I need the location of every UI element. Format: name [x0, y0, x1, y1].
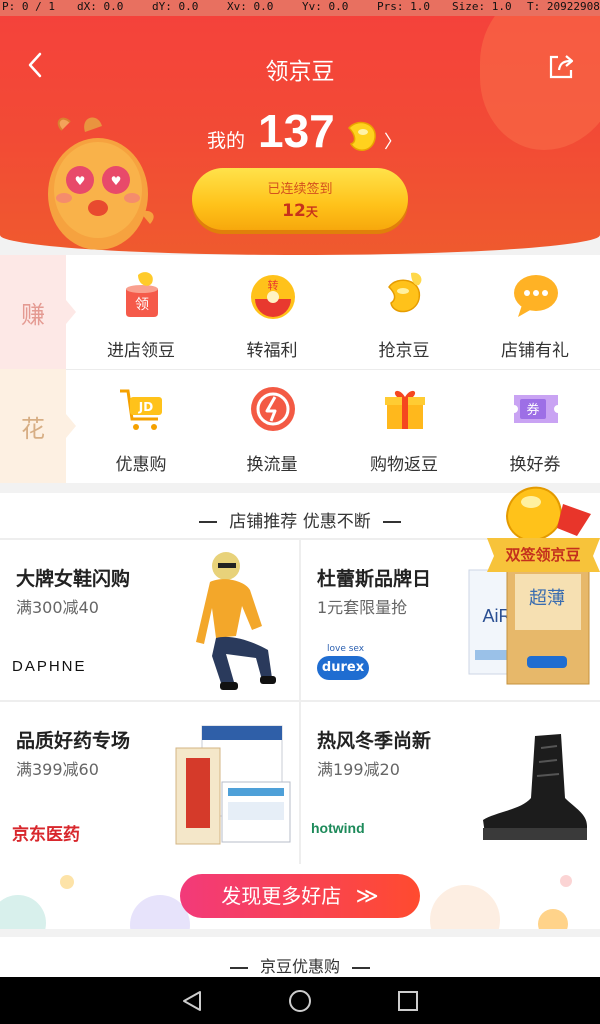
svg-text:转: 转 — [268, 278, 279, 292]
page-title: 领京豆 — [265, 59, 335, 85]
shop-card-jd-medicine[interactable]: 品质好药专场 满399减60 京东医药 — [0, 702, 299, 862]
cart-icon: JD — [120, 389, 162, 430]
grid-item-label: 换流量 — [246, 455, 298, 475]
dash — [382, 521, 401, 523]
coupon-icon: 券 — [514, 395, 558, 423]
debug-pointer: P: 0 / 1 — [2, 0, 55, 13]
brand-logo-durex: durex — [317, 656, 369, 680]
sign-streak-label: 已连续签到 — [267, 182, 333, 197]
sign-streak-days: 12天 — [192, 201, 408, 221]
earn-section-label: 赚 — [0, 255, 76, 369]
grab-bean-icon — [388, 272, 422, 313]
brand-logo-hotwind: hotwind — [311, 820, 365, 836]
my-beans-label: 我的 — [207, 130, 246, 152]
discover-section: 发现更多好店 ≫ — [0, 865, 600, 929]
svg-text:超薄: 超薄 — [529, 588, 565, 609]
grid-item-label: 换好券 — [509, 455, 561, 475]
debug-prs: Prs: 1.0 — [377, 0, 430, 13]
card-subtitle: 满199减20 — [317, 760, 400, 779]
decor-bubble — [60, 875, 74, 889]
gift-box-icon — [385, 390, 425, 429]
dash — [352, 966, 370, 969]
grid-item-label: 优惠购 — [115, 455, 167, 475]
grid-item-shop-gift[interactable]: 店铺有礼 — [468, 255, 600, 369]
mascot-mango-icon: ♥ ♥ — [48, 117, 154, 250]
product-image-boot — [483, 734, 587, 840]
brand-logo-jd-medicine: 京东医药 — [12, 825, 80, 845]
brand-slogan: love sex — [327, 644, 365, 654]
grid-item-label: 转福利 — [246, 341, 298, 361]
bean-deals-heading: 京豆优惠购 — [0, 937, 600, 977]
chat-gift-icon — [514, 275, 558, 317]
header-banner: 领京豆 ♥ ♥ 我的 137 〉 已连续签到 12天 — [0, 0, 600, 255]
nav-recents-icon[interactable] — [396, 989, 420, 1013]
sign-days-unit: 天 — [305, 205, 318, 219]
card-title: 大牌女鞋闪购 — [16, 568, 131, 590]
section-title: 京豆优惠购 — [259, 957, 340, 976]
badge-label: 双签领京豆 — [505, 546, 580, 564]
svg-text:领: 领 — [135, 297, 149, 313]
section-title: 店铺推荐 优惠不断 — [229, 512, 371, 532]
grid-item-data[interactable]: 换流量 — [205, 369, 339, 483]
bean-count[interactable]: 137 — [258, 104, 335, 158]
nav-back-icon[interactable] — [180, 989, 204, 1013]
debug-size: Size: 1.0 — [452, 0, 512, 13]
product-image-woman — [196, 552, 276, 690]
product-image-medicine — [175, 725, 291, 845]
grid-item-label: 店铺有礼 — [501, 341, 569, 361]
decor-bubble — [538, 909, 568, 929]
grid-item-rebate[interactable]: 购物返豆 — [337, 369, 471, 483]
grid-item-label: 购物返豆 — [370, 455, 438, 475]
data-flow-icon — [251, 387, 295, 431]
card-title: 杜蕾斯品牌日 — [317, 568, 432, 590]
svg-text:券: 券 — [526, 402, 539, 418]
grid-item-grab-bean[interactable]: 抢京豆 — [337, 255, 471, 369]
brand-logo-daphne: DAPHNE — [12, 658, 87, 675]
chevron-right-icon[interactable]: 〉 — [384, 128, 402, 154]
card-title: 品质好药专场 — [16, 730, 131, 752]
discover-more-shops-button[interactable]: 发现更多好店 ≫ — [180, 874, 420, 918]
sign-in-streak-button[interactable]: 已连续签到 12天 — [192, 168, 408, 230]
nav-home-icon[interactable] — [288, 989, 312, 1013]
grid-item-coupon[interactable]: 券 换好券 — [468, 369, 600, 483]
dash — [229, 966, 248, 969]
spin-wheel-icon: 转 — [251, 275, 295, 319]
svg-text:JD: JD — [138, 400, 153, 414]
double-chevron-right-icon: ≫ — [355, 884, 379, 909]
discover-label: 发现更多好店 — [221, 884, 342, 908]
debug-overlay: P: 0 / 1 dX: 0.0 dY: 0.0 Xv: 0.0 Yv: 0.0… — [0, 0, 600, 16]
grid-item-discount[interactable]: JD 优惠购 — [74, 369, 208, 483]
debug-xv: Xv: 0.0 — [227, 0, 274, 13]
bean-icon — [347, 121, 376, 151]
grid-item-label: 进店领豆 — [107, 341, 175, 361]
svg-text:♥: ♥ — [111, 174, 122, 188]
grid-item-shop-bean[interactable]: 领 进店领豆 — [74, 255, 208, 369]
svg-text:♥: ♥ — [75, 174, 86, 188]
double-sign-badge[interactable]: 双签领京豆 — [487, 476, 600, 576]
system-nav-bar — [0, 977, 600, 1024]
debug-dx: dX: 0.0 — [77, 0, 124, 13]
share-icon[interactable] — [546, 52, 576, 82]
debug-yv: Yv: 0.0 — [302, 0, 349, 13]
grid-item-label: 抢京豆 — [378, 341, 430, 361]
product-image-boxes: AiR 超薄 — [468, 563, 590, 685]
decor-bubble — [0, 895, 46, 929]
card-title: 热风冬季尚新 — [317, 730, 432, 752]
card-subtitle: 满399减60 — [16, 760, 99, 779]
shop-card-hotwind[interactable]: 热风冬季尚新 满199减20 hotwind — [301, 702, 600, 862]
card-subtitle: 1元套限量抢 — [317, 598, 408, 617]
grid-item-spin[interactable]: 转 转福利 — [205, 255, 339, 369]
shop-card-daphne[interactable]: 大牌女鞋闪购 满300减40 DAPHNE — [0, 540, 299, 700]
sign-days-value: 12 — [282, 201, 306, 221]
debug-time: T: 209229088 — [527, 0, 600, 13]
spend-section-label: 花 — [0, 369, 76, 483]
shop-bean-icon: 领 — [126, 272, 158, 317]
action-grid: 赚 花 领 进店领豆 转 转福利 抢京豆 店铺有礼 JD 优惠购 换流量 购物返… — [0, 255, 600, 483]
dash — [199, 521, 218, 523]
decor-bubble — [560, 875, 572, 887]
card-subtitle: 满300减40 — [16, 598, 99, 617]
decor-bubble — [430, 885, 500, 929]
debug-dy: dY: 0.0 — [152, 0, 199, 13]
